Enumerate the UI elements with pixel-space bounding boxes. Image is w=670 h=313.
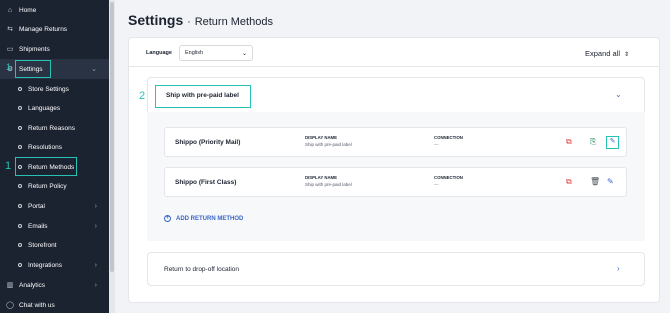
method-name: Shippo (Priority Mail): [175, 139, 241, 146]
truck-icon: ▭: [6, 46, 14, 53]
disable-icon[interactable]: ⧉: [566, 177, 572, 187]
sidebar-item-label: Chat with us: [19, 301, 55, 309]
bullet-icon: [18, 263, 22, 267]
sidebar-item-label: Home: [19, 6, 37, 14]
sidebar-item-label: Return Reasons: [28, 124, 75, 132]
chat-icon: ◯: [6, 302, 14, 309]
bullet-icon: [18, 106, 22, 110]
scrollbar-thumb[interactable]: [110, 2, 114, 272]
chevron-right-icon: ›: [94, 222, 97, 230]
trash-icon[interactable]: 🗑: [590, 177, 600, 186]
chevron-right-icon: ›: [94, 202, 97, 210]
sidebar-item-label: Analytics: [19, 281, 46, 289]
language-select[interactable]: English ⌄: [179, 45, 253, 61]
connection-value: ---: [434, 142, 439, 147]
sidebar-item-return-reasons[interactable]: Return Reasons: [0, 118, 109, 138]
annotation-number-1b: 1: [5, 160, 12, 172]
sidebar-item-label: Shipments: [19, 45, 50, 53]
sidebar-item-label: Languages: [28, 104, 61, 112]
chevron-right-icon[interactable]: ›: [617, 264, 620, 273]
bullet-icon: [18, 243, 22, 247]
sidebar-item-label: Return Policy: [28, 182, 67, 190]
edit-icon[interactable]: ✎: [606, 136, 619, 149]
display-name-value: Ship with pre-paid label: [305, 142, 352, 147]
plus-circle-icon: +: [164, 215, 171, 222]
sidebar-item-portal[interactable]: Portal ›: [0, 196, 109, 216]
sidebar-item-label: Integrations: [28, 261, 62, 269]
add-return-method-label: ADD RETURN METHOD: [176, 215, 244, 222]
sidebar-item-manage-returns[interactable]: ⇆ Manage Returns: [0, 19, 109, 39]
sidebar-item-return-policy[interactable]: Return Policy: [0, 176, 109, 196]
sidebar-item-resolutions[interactable]: Resolutions: [0, 137, 109, 157]
annotation-number-2: 2: [139, 90, 146, 102]
group-title[interactable]: Ship with pre-paid label: [166, 92, 239, 99]
chevron-down-icon: ⌄: [91, 66, 97, 73]
return-methods-highlight-box: [15, 157, 77, 176]
sidebar-item-chat[interactable]: ◯ Chat with us: [0, 295, 109, 313]
disable-icon[interactable]: ⧉: [566, 137, 572, 147]
bullet-icon: [18, 224, 22, 228]
display-name-value: Ship with pre-paid label: [305, 182, 352, 187]
add-return-method-button[interactable]: + ADD RETURN METHOD: [164, 215, 243, 222]
chart-icon: ▥: [6, 282, 14, 289]
method-name: Shippo (First Class): [175, 179, 237, 186]
sidebar-item-label: Portal: [28, 202, 45, 210]
bullet-icon: [18, 126, 22, 130]
sidebar-item-shipments[interactable]: ▭ Shipments: [0, 39, 109, 59]
page-title: Settings · Return Methods: [128, 12, 273, 28]
sidebar-item-emails[interactable]: Emails ›: [0, 216, 109, 236]
connection-header: CONNECTION: [434, 175, 463, 180]
sidebar-item-analytics[interactable]: ▥ Analytics ›: [0, 275, 109, 295]
group-title[interactable]: Return to drop-off location: [164, 266, 239, 273]
display-name-header: DISPLAY NAME: [305, 135, 337, 140]
sidebar-item-label: Manage Returns: [19, 25, 68, 33]
sidebar-item-label: Storefront: [28, 241, 57, 249]
return-icon: ⇆: [7, 26, 13, 33]
copy-icon[interactable]: ⎘: [590, 137, 596, 147]
display-name-header: DISPLAY NAME: [305, 175, 337, 180]
bullet-icon: [18, 145, 22, 149]
language-select-value: English: [185, 50, 204, 56]
divider: [129, 66, 659, 67]
return-method-row: Shippo (Priority Mail) DISPLAY NAME Ship…: [164, 127, 627, 157]
sidebar-scrollbar[interactable]: [109, 0, 115, 313]
sidebar-item-label: Resolutions: [28, 143, 62, 151]
expand-icon: ⇕: [624, 52, 630, 58]
home-icon: ⌂: [7, 6, 13, 14]
sidebar-item-storefront[interactable]: Storefront: [0, 235, 109, 255]
sidebar-item-label: Store Settings: [28, 85, 69, 93]
sidebar-item-label: Emails: [28, 222, 48, 230]
connection-value: ---: [434, 182, 439, 187]
sidebar-item-store-settings[interactable]: Store Settings: [0, 79, 109, 99]
annotation-number-1: 1: [6, 62, 12, 72]
expand-all-label: Expand all: [585, 49, 621, 58]
language-label: Language: [146, 50, 172, 56]
bullet-icon: [18, 204, 22, 208]
edit-icon[interactable]: ✎: [607, 177, 614, 186]
chevron-right-icon: ›: [94, 281, 97, 289]
sidebar-item-languages[interactable]: Languages: [0, 98, 109, 118]
expand-all-button[interactable]: Expand all ⇕: [585, 49, 629, 58]
return-method-row: Shippo (First Class) DISPLAY NAME Ship w…: [164, 167, 627, 197]
chevron-down-icon[interactable]: ⌄: [615, 90, 622, 99]
chevron-down-icon: ⌄: [241, 50, 247, 57]
sidebar-item-integrations[interactable]: Integrations ›: [0, 255, 109, 275]
bullet-icon: [18, 87, 22, 91]
chevron-right-icon: ›: [94, 261, 97, 269]
bullet-icon: [18, 184, 22, 188]
sidebar-item-home[interactable]: ⌂ Home: [0, 0, 109, 20]
connection-header: CONNECTION: [434, 135, 463, 140]
settings-highlight-box: [15, 60, 51, 78]
